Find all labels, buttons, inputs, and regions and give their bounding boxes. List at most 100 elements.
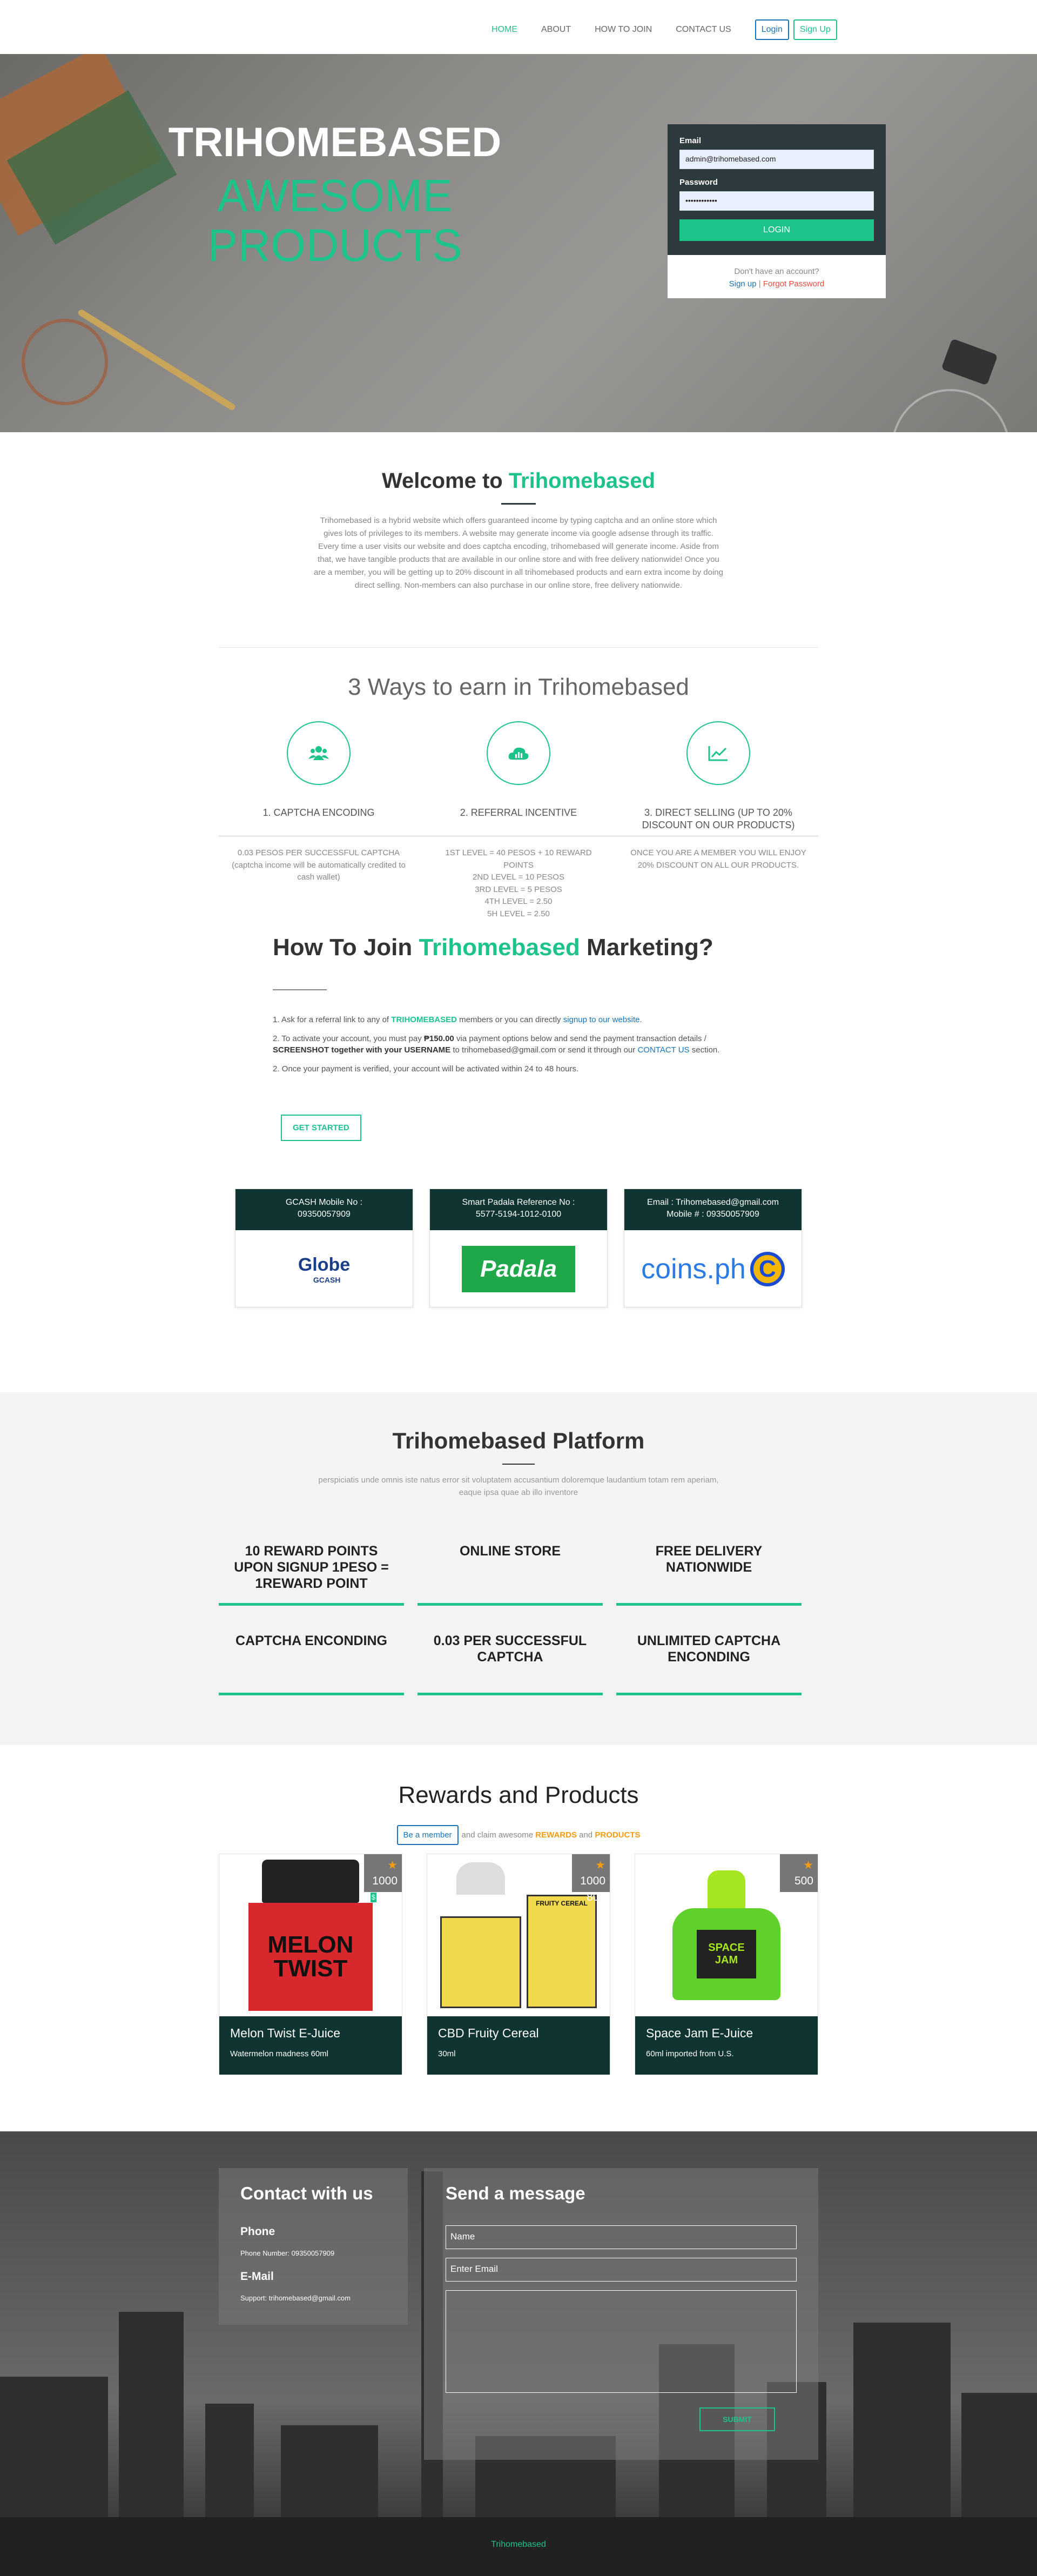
email-input[interactable]: admin@trihomebased.com bbox=[679, 150, 874, 169]
nav-about[interactable]: ABOUT bbox=[541, 25, 571, 35]
join-title-suffix: Marketing? bbox=[587, 934, 713, 961]
product-card[interactable]: SPACE JAM ★ 500 400 Space Jam E-Juice 60… bbox=[635, 1854, 818, 2075]
get-started-button[interactable]: GET STARTED bbox=[281, 1115, 361, 1141]
step-text: members or you can directly bbox=[459, 1015, 561, 1024]
form-title: Send a message bbox=[446, 2183, 585, 2203]
forgot-password-link[interactable]: Forgot Password bbox=[763, 279, 824, 289]
product-desc: 60ml imported from U.S. bbox=[646, 2049, 734, 2058]
contact-us-link[interactable]: CONTACT US bbox=[637, 1045, 689, 1055]
nav-home[interactable]: HOME bbox=[491, 25, 517, 35]
padala-logo: Padala bbox=[430, 1230, 607, 1308]
login-card: Email admin@trihomebased.com Password ••… bbox=[668, 124, 886, 298]
feature-item: UNLIMITED CAPTCHA ENCONDING bbox=[616, 1633, 802, 1695]
cash-icon: $ bbox=[370, 1893, 376, 1903]
step-text: to trihomebased@gmail.com or send it thr… bbox=[453, 1045, 636, 1055]
platform-desc: perspiciatis unde omnis iste natus error… bbox=[318, 1475, 719, 1497]
top-navbar: HOME ABOUT HOW TO JOIN CONTACT US Login … bbox=[0, 0, 1037, 54]
message-textarea[interactable] bbox=[446, 2290, 797, 2393]
name-input[interactable]: Name bbox=[446, 2225, 797, 2249]
product-desc: 30ml bbox=[438, 2049, 456, 2058]
product-card[interactable]: MELON TWIST ★ 1000 $800 Melon Twist E-Jui… bbox=[219, 1854, 402, 2075]
rewards-subtitle: Be a member and claim awesome REWARDS an… bbox=[0, 1825, 1037, 1845]
nav-contact-us[interactable]: CONTACT US bbox=[676, 25, 731, 35]
be-member-button[interactable]: Be a member bbox=[396, 1825, 459, 1845]
platform-title: Trihomebased Platform bbox=[392, 1428, 645, 1453]
price-badge: ★ 1000 800 bbox=[572, 1854, 610, 1903]
join-title: How To Join Trihomebased Marketing? bbox=[273, 934, 1037, 961]
welcome-section: Welcome to Trihomebased Trihomebased is … bbox=[0, 432, 1037, 647]
way-title: 1. CAPTCHA ENCODING bbox=[262, 807, 375, 818]
step-text: 1. Ask for a referral link to any of bbox=[273, 1015, 389, 1024]
nav-how-to-join[interactable]: HOW TO JOIN bbox=[595, 25, 652, 35]
signup-link[interactable]: signup to our website. bbox=[563, 1015, 642, 1024]
cloud-icon bbox=[487, 721, 550, 785]
way-desc: 1ST LEVEL = 40 PESOS + 10 REWARD POINTS … bbox=[445, 848, 592, 918]
payment-details: Email : Trihomebased@gmail.com Mobile # … bbox=[624, 1189, 802, 1230]
coinsph-c-icon: C bbox=[750, 1252, 785, 1286]
product-name: Melon Twist E-Juice bbox=[230, 2026, 341, 2040]
submit-button[interactable]: SUBMIT bbox=[699, 2407, 775, 2431]
hero-section: TRIHOMEBASED AWESOME PRODUCTS Email admi… bbox=[0, 54, 1037, 432]
phone-value: Phone Number: 09350057909 bbox=[240, 2249, 335, 2257]
payment-card-gcash: GCASH Mobile No : 09350057909 Globe GCASH bbox=[235, 1189, 413, 1307]
price-value: 800 bbox=[586, 1890, 605, 1903]
gcash-logo-text: GCASH bbox=[313, 1275, 341, 1284]
ways-section: 3 Ways to earn in Trihomebased 1. CAPTCH… bbox=[0, 648, 1037, 934]
rewards-title: Rewards and Products bbox=[398, 1782, 639, 1808]
nav-login-button[interactable]: Login bbox=[755, 19, 789, 40]
nav-links: HOME ABOUT HOW TO JOIN CONTACT US Login … bbox=[491, 19, 841, 40]
price-value: 800 bbox=[378, 1890, 398, 1903]
product-info: CBD Fruity Cereal 30ml bbox=[427, 2016, 610, 2075]
welcome-title: Welcome to Trihomebased bbox=[0, 469, 1037, 493]
way-desc: 0.03 PESOS PER SUCCESSFUL CAPTCHA (captc… bbox=[232, 848, 406, 882]
product-label: FRUITY CEREAL bbox=[527, 1895, 597, 2008]
step-text: section. bbox=[691, 1045, 720, 1055]
platform-section: Trihomebased Platform perspiciatis unde … bbox=[0, 1392, 1037, 1745]
gcash-logo: Globe GCASH bbox=[235, 1230, 413, 1308]
divider bbox=[273, 989, 327, 990]
signup-link[interactable]: Sign up bbox=[729, 279, 757, 289]
contact-title: Contact with us bbox=[240, 2183, 373, 2203]
globe-logo-text: Globe bbox=[298, 1254, 351, 1275]
password-input[interactable]: •••••••••••• bbox=[679, 191, 874, 211]
feature-grid: 10 REWARD POINTS UPON SIGNUP 1PESO = 1RE… bbox=[219, 1543, 818, 1695]
join-title-prefix: How To Join bbox=[273, 934, 413, 961]
reward-points: 500 bbox=[794, 1875, 813, 1888]
how-to-join-section: How To Join Trihomebased Marketing? 1. A… bbox=[0, 934, 1037, 1392]
login-button[interactable]: LOGIN bbox=[679, 219, 874, 241]
email-label: Email bbox=[679, 136, 702, 145]
product-name: Space Jam E-Juice bbox=[646, 2026, 753, 2040]
link-separator: | bbox=[758, 279, 761, 289]
city-silhouette bbox=[961, 2393, 1037, 2517]
email-input[interactable]: Enter Email bbox=[446, 2258, 797, 2282]
rewards-highlight: REWARDS bbox=[535, 1830, 577, 1840]
product-card[interactable]: FRUITY CEREAL ★ 1000 800 CBD Fruity Cere… bbox=[427, 1854, 610, 2075]
feature-item: 0.03 PER SUCCESSFUL CAPTCHA bbox=[418, 1633, 603, 1695]
step-text: 2. To activate your account, you must pa… bbox=[273, 1034, 422, 1043]
login-footer: Don't have an account? Sign up | Forgot … bbox=[668, 255, 886, 298]
product-label: MELON bbox=[267, 1931, 354, 1958]
nav-signup-button[interactable]: Sign Up bbox=[793, 19, 837, 40]
step-text: SCREENSHOT together with your USERNAME bbox=[273, 1045, 451, 1055]
hero-heading: TRIHOMEBASED AWESOME PRODUCTS bbox=[92, 120, 578, 270]
star-icon: ★ bbox=[803, 1859, 813, 1871]
join-steps: 1. Ask for a referral link to any of TRI… bbox=[273, 1014, 759, 1075]
message-form: Send a message Name Enter Email SUBMIT bbox=[424, 2168, 818, 2460]
ways-descriptions: 0.03 PESOS PER SUCCESSFUL CAPTCHA (captc… bbox=[219, 847, 818, 920]
way-item: 1. CAPTCHA ENCODING bbox=[219, 721, 419, 836]
rewards-text: and bbox=[579, 1830, 593, 1840]
payment-details: GCASH Mobile No : 09350057909 bbox=[235, 1189, 413, 1230]
payment-options: GCASH Mobile No : 09350057909 Globe GCASH… bbox=[235, 1189, 1037, 1307]
welcome-body: Trihomebased is a hybrid website which o… bbox=[314, 516, 723, 590]
footer: Trihomebased bbox=[0, 2517, 1037, 2576]
phone-label: Phone bbox=[240, 2225, 275, 2238]
footer-brand[interactable]: Trihomebased bbox=[491, 2540, 546, 2549]
payment-card-coinsph: Email : Trihomebased@gmail.com Mobile # … bbox=[624, 1189, 802, 1307]
contact-info-card: Contact with us Phone Phone Number: 0935… bbox=[219, 2168, 408, 2325]
way-title: 3. DIRECT SELLING (UP TO 20% DISCOUNT ON… bbox=[642, 807, 795, 831]
products-highlight: PRODUCTS bbox=[595, 1830, 641, 1840]
product-info: Space Jam E-Juice 60ml imported from U.S… bbox=[635, 2016, 818, 2075]
hero-subtitle: AWESOME PRODUCTS bbox=[207, 170, 462, 271]
product-label: TWIST bbox=[273, 1955, 348, 1982]
step-text: via payment options below and send the p… bbox=[456, 1034, 706, 1043]
